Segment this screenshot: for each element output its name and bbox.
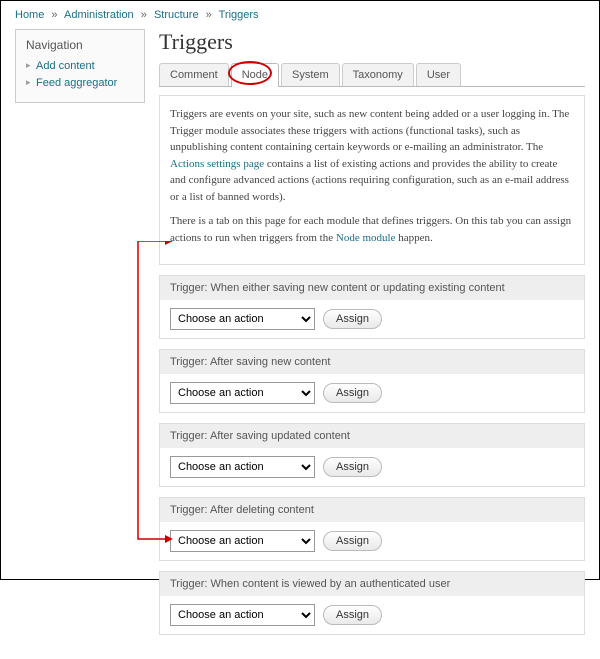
trigger-header: Trigger: When content is viewed by an au…	[160, 572, 584, 596]
help-p1-pre: Triggers are events on your site, such a…	[170, 108, 569, 153]
trigger-block: Trigger: After saving new content Choose…	[159, 349, 585, 413]
trigger-block: Trigger: After deleting content Choose a…	[159, 497, 585, 561]
main-content: Triggers Comment Node System Taxonomy Us…	[159, 29, 585, 645]
tab-system[interactable]: System	[281, 63, 340, 86]
tab-taxonomy[interactable]: Taxonomy	[342, 63, 414, 86]
assign-button[interactable]: Assign	[323, 457, 382, 477]
trigger-header: Trigger: When either saving new content …	[160, 276, 584, 300]
tabs: Comment Node System Taxonomy User	[159, 63, 585, 87]
trigger-block: Trigger: When content is viewed by an au…	[159, 571, 585, 635]
breadcrumb-sep: »	[137, 9, 151, 21]
sidebar-link-add-content[interactable]: Add content	[36, 60, 95, 72]
trigger-header: Trigger: After saving updated content	[160, 424, 584, 448]
action-select[interactable]: Choose an action	[170, 456, 315, 478]
trigger-block: Trigger: After saving updated content Ch…	[159, 423, 585, 487]
sidebar-link-feed-aggregator[interactable]: Feed aggregator	[36, 77, 117, 89]
sidebar-item-add-content: Add content	[26, 58, 134, 72]
trigger-header: Trigger: After saving new content	[160, 350, 584, 374]
breadcrumb-link-triggers[interactable]: Triggers	[219, 9, 259, 21]
trigger-header: Trigger: After deleting content	[160, 498, 584, 522]
sidebar: Navigation Add content Feed aggregator	[15, 29, 145, 645]
assign-button[interactable]: Assign	[323, 605, 382, 625]
action-select[interactable]: Choose an action	[170, 308, 315, 330]
assign-button[interactable]: Assign	[323, 309, 382, 329]
help-link-actions-settings[interactable]: Actions settings page	[170, 158, 264, 170]
help-link-node-module[interactable]: Node module	[336, 232, 396, 244]
assign-button[interactable]: Assign	[323, 383, 382, 403]
tab-user[interactable]: User	[416, 63, 461, 86]
breadcrumb: Home » Administration » Structure » Trig…	[1, 1, 599, 29]
breadcrumb-sep: »	[202, 9, 216, 21]
assign-button[interactable]: Assign	[323, 531, 382, 551]
tab-comment[interactable]: Comment	[159, 63, 229, 86]
page-title: Triggers	[159, 29, 585, 55]
breadcrumb-link-administration[interactable]: Administration	[64, 9, 134, 21]
tab-node[interactable]: Node	[231, 63, 279, 87]
highlight-circle	[228, 61, 272, 85]
help-p2-post: happen.	[395, 232, 432, 244]
breadcrumb-link-home[interactable]: Home	[15, 9, 44, 21]
sidebar-title: Navigation	[26, 38, 134, 52]
action-select[interactable]: Choose an action	[170, 530, 315, 552]
breadcrumb-sep: »	[47, 9, 61, 21]
sidebar-nav-box: Navigation Add content Feed aggregator	[15, 29, 145, 103]
help-text: Triggers are events on your site, such a…	[159, 95, 585, 265]
sidebar-item-feed-aggregator: Feed aggregator	[26, 75, 134, 89]
action-select[interactable]: Choose an action	[170, 604, 315, 626]
trigger-block: Trigger: When either saving new content …	[159, 275, 585, 339]
breadcrumb-link-structure[interactable]: Structure	[154, 9, 199, 21]
action-select[interactable]: Choose an action	[170, 382, 315, 404]
